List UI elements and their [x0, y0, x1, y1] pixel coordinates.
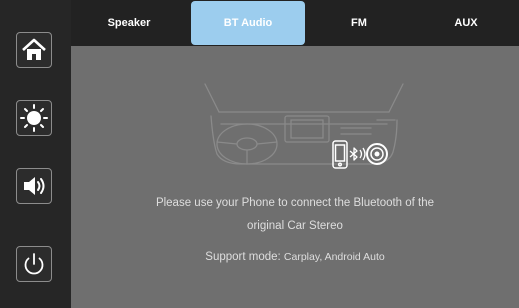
tab-aux[interactable]: AUX	[413, 0, 519, 46]
tab-bt-audio[interactable]: BT Audio	[191, 1, 305, 45]
home-icon	[22, 38, 46, 60]
connect-instruction-line1: Please use your Phone to connect the Blu…	[155, 197, 435, 209]
speaker-volume-icon	[24, 177, 45, 195]
source-tab-bar: Speaker BT Audio FM AUX	[71, 0, 519, 46]
sidebar	[0, 0, 71, 308]
car-dashboard-phone-bluetooth-illustration	[204, 83, 404, 169]
brightness-button[interactable]	[16, 100, 52, 136]
volume-button[interactable]	[16, 168, 52, 204]
tab-speaker[interactable]: Speaker	[71, 0, 187, 46]
support-mode-text: Support mode: Carplay, Android Auto	[71, 251, 519, 263]
connect-instruction-line2: original Car Stereo	[247, 220, 343, 232]
tab-fm[interactable]: FM	[305, 0, 413, 46]
power-icon	[24, 253, 44, 275]
brightness-icon	[20, 104, 48, 132]
support-mode-label: Support mode:	[205, 251, 284, 263]
bt-audio-panel: Please use your Phone to connect the Blu…	[71, 46, 519, 308]
power-button[interactable]	[16, 246, 52, 282]
home-button[interactable]	[16, 32, 52, 68]
support-mode-value: Carplay, Android Auto	[283, 251, 385, 263]
